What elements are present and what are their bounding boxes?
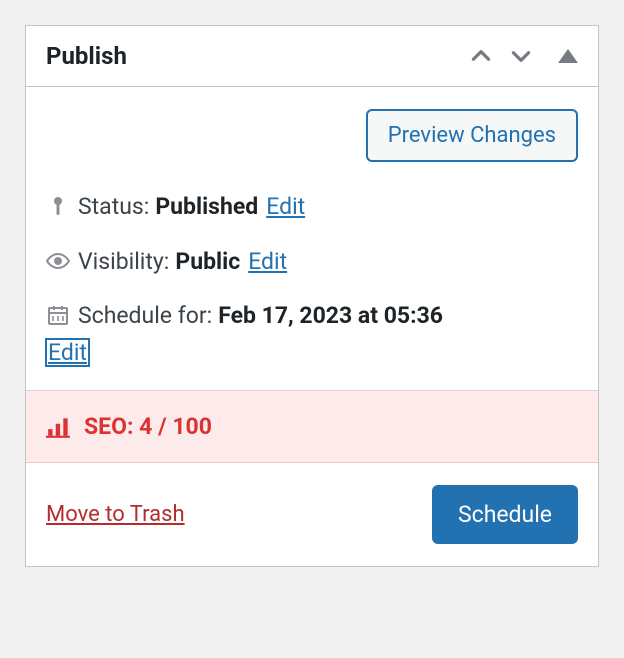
panel-body: Preview Changes Status: Published Edit V… bbox=[26, 87, 598, 390]
seo-text: SEO: 4 / 100 bbox=[84, 413, 212, 440]
panel-toggles bbox=[468, 43, 578, 69]
preview-changes-button[interactable]: Preview Changes bbox=[366, 109, 578, 162]
schedule-row: Schedule for: Feb 17, 2023 at 05:36 Edit bbox=[46, 299, 578, 370]
panel-header: Publish bbox=[26, 26, 598, 87]
visibility-value: Public bbox=[175, 245, 240, 280]
move-to-trash-link[interactable]: Move to Trash bbox=[46, 502, 185, 527]
preview-row: Preview Changes bbox=[46, 109, 578, 162]
edit-schedule-link[interactable]: Edit bbox=[46, 339, 89, 366]
key-icon bbox=[46, 194, 78, 218]
schedule-button[interactable]: Schedule bbox=[432, 485, 578, 544]
calendar-icon bbox=[46, 303, 78, 327]
panel-footer: Move to Trash Schedule bbox=[26, 463, 598, 566]
visibility-row: Visibility: Public Edit bbox=[46, 245, 578, 280]
move-up-icon[interactable] bbox=[468, 43, 494, 69]
schedule-label: Schedule for: bbox=[78, 299, 212, 334]
move-down-icon[interactable] bbox=[508, 43, 534, 69]
visibility-label: Visibility: bbox=[78, 245, 169, 280]
status-value: Published bbox=[155, 190, 258, 225]
publish-panel: Publish Preview Changes Status: Publishe… bbox=[25, 25, 599, 567]
schedule-value: Feb 17, 2023 at 05:36 bbox=[218, 299, 443, 334]
panel-title: Publish bbox=[46, 42, 127, 70]
status-row: Status: Published Edit bbox=[46, 190, 578, 225]
seo-bar: SEO: 4 / 100 bbox=[26, 390, 598, 463]
edit-visibility-link[interactable]: Edit bbox=[248, 245, 287, 280]
collapse-icon[interactable] bbox=[558, 49, 578, 63]
status-label: Status: bbox=[78, 190, 149, 225]
chart-icon bbox=[46, 416, 72, 438]
edit-status-link[interactable]: Edit bbox=[266, 190, 305, 225]
eye-icon bbox=[46, 249, 78, 273]
